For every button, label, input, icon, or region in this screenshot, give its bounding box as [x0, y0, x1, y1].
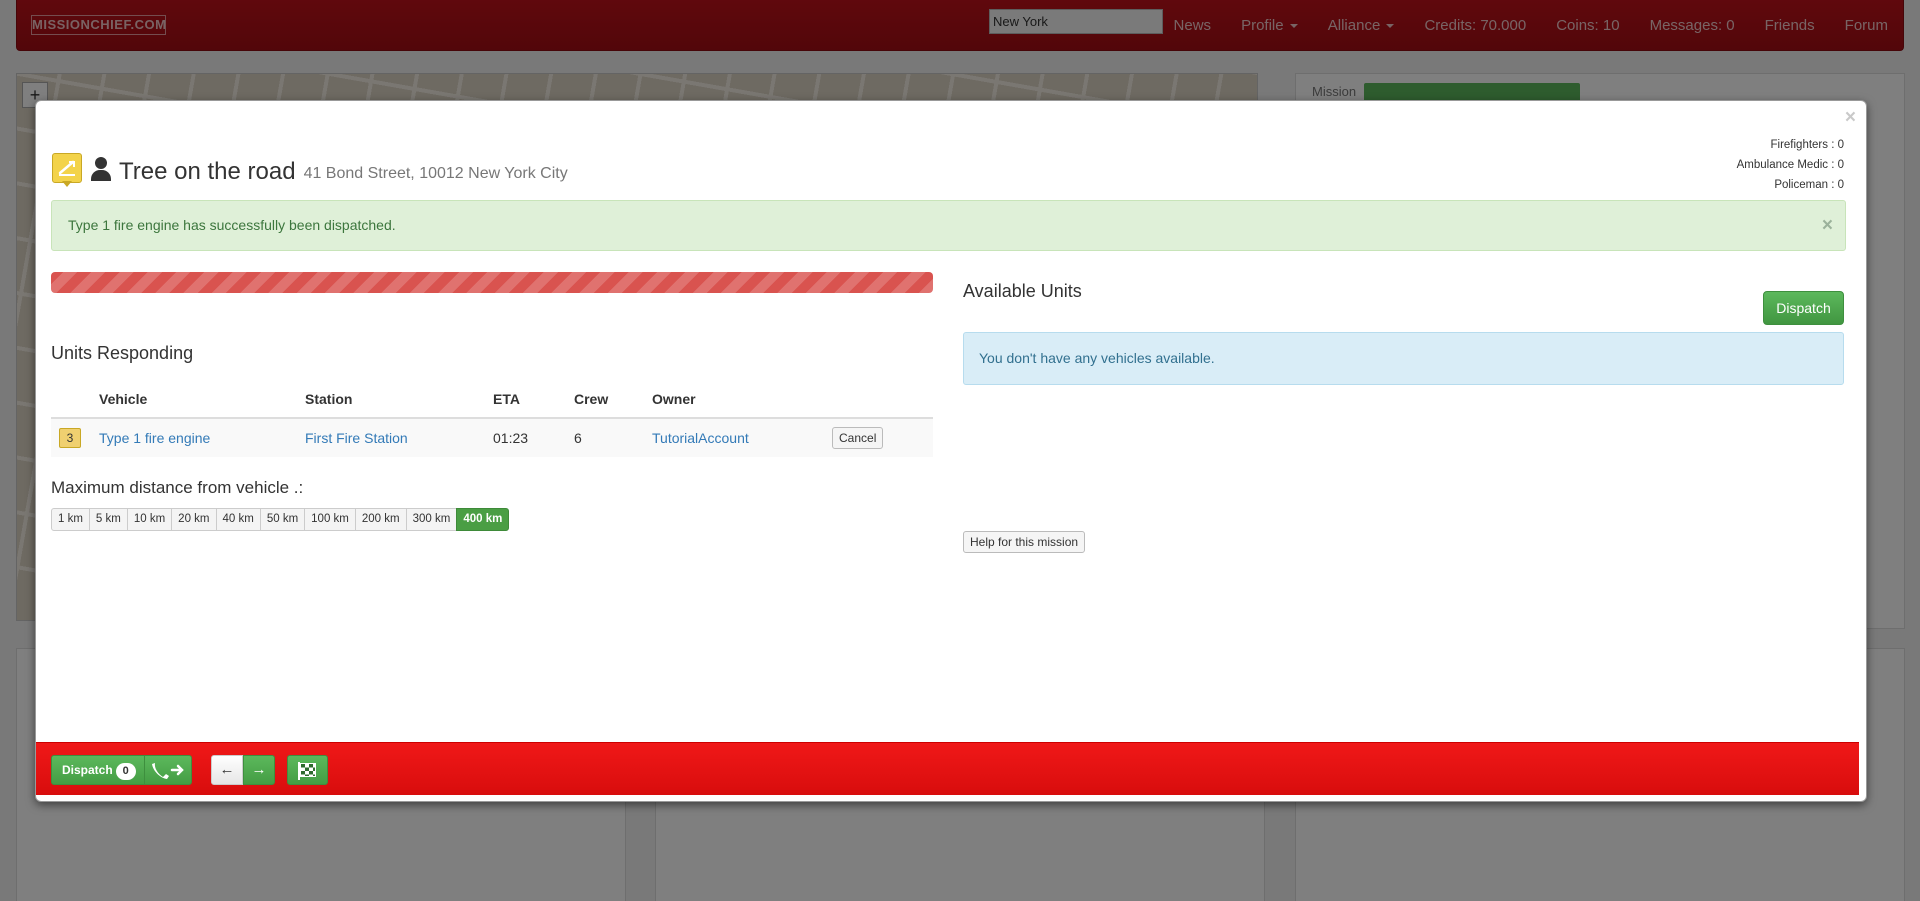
mission-title: Tree on the road	[119, 158, 296, 185]
modal-close-button[interactable]: ×	[1845, 107, 1856, 129]
mission-progress-bar	[51, 272, 933, 293]
modal-footer-bar: Dispatch 0 ← →	[36, 742, 1859, 795]
tree-mission-marker-icon	[52, 153, 82, 187]
col-station: Station	[297, 381, 485, 419]
units-responding-title: Units Responding	[51, 343, 194, 363]
arrow-left-icon: ←	[219, 761, 235, 778]
arrow-right-icon: →	[251, 761, 267, 778]
vehicle-link[interactable]: Type 1 fire engine	[99, 430, 210, 446]
distance-10km-button[interactable]: 10 km	[126, 508, 173, 531]
checkered-flag-icon	[298, 762, 316, 780]
eta-value: 01:23	[485, 417, 566, 457]
finish-mission-button[interactable]	[287, 755, 328, 785]
person-icon	[89, 157, 113, 183]
col-crew: Crew	[566, 381, 644, 419]
next-mission-button[interactable]: →	[243, 755, 275, 785]
distance-400km-button[interactable]: 400 km	[456, 508, 510, 531]
distance-100km-button[interactable]: 100 km	[304, 508, 356, 531]
distance-300km-button[interactable]: 300 km	[405, 508, 458, 531]
phone-arrow-icon	[152, 763, 184, 779]
distance-20km-button[interactable]: 20 km	[171, 508, 217, 531]
dispatch-and-next-button[interactable]	[144, 755, 192, 785]
help-for-mission-button[interactable]: Help for this mission	[963, 531, 1086, 553]
previous-mission-button[interactable]: ←	[211, 755, 243, 785]
crew-requirements: Firefighters : 0 Ambulance Medic : 0 Pol…	[1737, 135, 1844, 195]
mission-modal: × Firefighters : 0 Ambulance Medic : 0 P…	[35, 100, 1867, 802]
table-row: 3 Type 1 fire engine First Fire Station …	[51, 417, 933, 457]
mission-header: Tree on the road 41 Bond Street, 10012 N…	[52, 153, 568, 187]
dispatch-button[interactable]: Dispatch	[1763, 291, 1844, 325]
alert-close-button[interactable]: ×	[1822, 201, 1833, 250]
distance-5km-button[interactable]: 5 km	[88, 508, 128, 531]
mission-address: 41 Bond Street, 10012 New York City	[303, 165, 568, 182]
no-vehicles-alert: You don't have any vehicles available.	[963, 332, 1844, 385]
distance-title: Maximum distance from vehicle .:	[51, 478, 304, 497]
col-action	[824, 381, 933, 419]
station-link[interactable]: First Fire Station	[305, 430, 408, 446]
col-owner: Owner	[644, 381, 824, 419]
distance-50km-button[interactable]: 50 km	[259, 508, 306, 531]
col-vehicle: Vehicle	[91, 381, 297, 419]
crew-ambulance-medic: Ambulance Medic : 0	[1736, 159, 1844, 171]
table-header-row: Vehicle Station ETA Crew Owner	[51, 381, 933, 419]
distance-40km-button[interactable]: 40 km	[215, 508, 261, 531]
distance-1km-button[interactable]: 1 km	[51, 508, 90, 531]
units-responding-table: Vehicle Station ETA Crew Owner 3 Type 1 …	[51, 381, 933, 457]
crew-value: 6	[566, 417, 644, 457]
cancel-button[interactable]: Cancel	[832, 427, 884, 449]
distance-200km-button[interactable]: 200 km	[354, 508, 407, 531]
available-units-title: Available Units	[963, 281, 1082, 301]
vehicle-count-badge: 3	[59, 428, 81, 448]
footer-dispatch-button[interactable]: Dispatch 0	[51, 755, 145, 785]
col-badge	[51, 381, 91, 419]
dispatch-count-badge: 0	[115, 763, 136, 780]
owner-link[interactable]: TutorialAccount	[652, 430, 749, 446]
col-eta: ETA	[485, 381, 566, 419]
dispatch-success-alert: Type 1 fire engine has successfully been…	[51, 200, 1846, 251]
crew-policeman: Policeman : 0	[1774, 179, 1844, 191]
distance-button-group: 1 km 5 km 10 km 20 km 40 km 50 km 100 km…	[51, 508, 510, 531]
crew-firefighters: Firefighters : 0	[1770, 139, 1845, 151]
success-message: Type 1 fire engine has successfully been…	[68, 217, 396, 233]
